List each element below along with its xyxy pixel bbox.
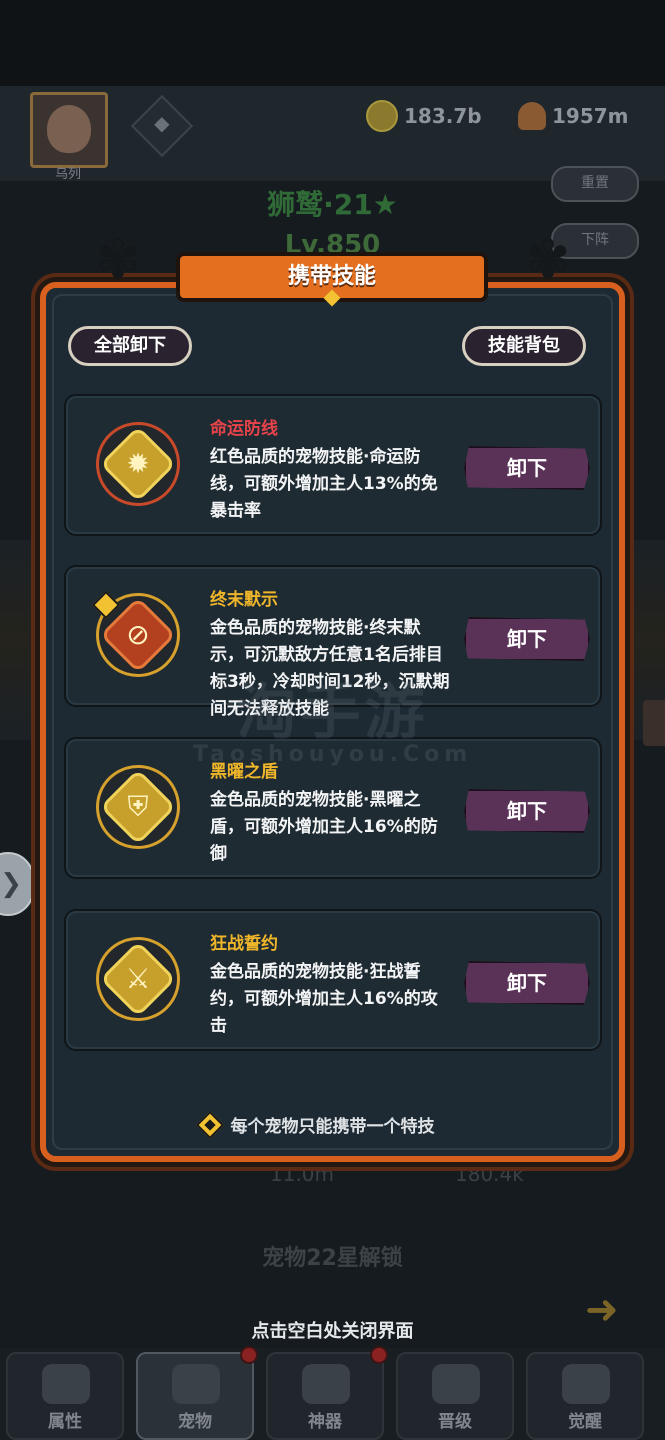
- tab-pets[interactable]: 宠物: [136, 1352, 254, 1440]
- tab-awaken[interactable]: 觉醒: [526, 1352, 644, 1440]
- tab-promote[interactable]: 晋级: [396, 1352, 514, 1440]
- unlock-text: 宠物22星解锁: [262, 1246, 403, 1271]
- watermark-logo: 淘手游: [236, 678, 429, 748]
- tab-label: 属性: [48, 1412, 82, 1432]
- skill-card: ⚔ 狂战誓约 金色品质的宠物技能·狂战誓约，可额外增加主人16%的攻击 卸下: [64, 909, 602, 1051]
- skill-icon-frame: ✹: [96, 422, 180, 506]
- skill-icon-frame: ⚔: [96, 937, 180, 1021]
- avatar-face: [47, 105, 91, 153]
- skill-card: ✹ 命运防线 红色品质的宠物技能·命运防线，可额外增加主人13%的免暴击率 卸下: [64, 394, 602, 536]
- tab-label: 晋级: [438, 1412, 472, 1432]
- faded-stat-1: 11.0m: [270, 1162, 335, 1186]
- paw-icon: [172, 1364, 220, 1404]
- tab-label: 宠物: [178, 1412, 212, 1432]
- mushroom-icon: [518, 102, 546, 130]
- faded-stat-2: 180.4k: [455, 1162, 524, 1186]
- gold-currency: 183.7b: [366, 100, 482, 132]
- close-hint[interactable]: 点击空白处关闭界面: [0, 1317, 665, 1343]
- unload-skill-button[interactable]: 卸下: [464, 446, 590, 490]
- pet-name: 狮鹫·21★: [267, 188, 398, 221]
- unload-skill-button[interactable]: 卸下: [464, 617, 590, 661]
- skill-name: 终末默示: [210, 590, 278, 610]
- hero-avatar[interactable]: [30, 92, 108, 168]
- mushroom-amount: 1957m: [552, 104, 629, 128]
- shield-glyph-icon: ⛨: [127, 790, 149, 823]
- skill-bag-button[interactable]: 技能背包: [462, 326, 586, 366]
- burst-glyph-icon: ✹: [126, 447, 150, 480]
- watermark-url: Taoshouyou.Com: [192, 742, 473, 767]
- thorn-ornament-icon: ✾: [95, 228, 141, 291]
- tab-attributes[interactable]: 属性: [6, 1352, 124, 1440]
- avatar-name: 乌列: [54, 167, 81, 182]
- skill-icon-frame: ⛨: [96, 765, 180, 849]
- skill-description: 金色品质的宠物技能·狂战誓约，可额外增加主人16%的攻击: [210, 962, 438, 1036]
- skill-description: 红色品质的宠物技能·命运防线，可额外增加主人13%的免暴击率: [210, 447, 438, 521]
- unload-skill-button[interactable]: 卸下: [464, 789, 590, 833]
- skill-description: 金色品质的宠物技能·黑曜之盾，可额外增加主人16%的防御: [210, 790, 438, 864]
- thorn-ornament-icon: ✾: [525, 228, 571, 291]
- wings-icon: [432, 1364, 480, 1404]
- fist-icon: [42, 1364, 90, 1404]
- notification-dot: [240, 1346, 258, 1364]
- skill-name: 狂战誓约: [210, 934, 278, 954]
- prev-pet-arrow-icon[interactable]: ❯: [0, 852, 34, 916]
- lotus-icon: [562, 1364, 610, 1404]
- status-bar-area: [0, 0, 665, 86]
- gold-amount: 183.7b: [404, 104, 482, 128]
- footer-note: 每个宠物只能携带一个特技: [230, 1117, 435, 1137]
- trident-icon: [302, 1364, 350, 1404]
- skill-name: 命运防线: [210, 419, 278, 439]
- sword-glyph-icon: ⚔: [125, 962, 151, 995]
- faded-stats: 11.0m 180.4k: [200, 1162, 524, 1202]
- gold-coin-icon: [366, 100, 398, 132]
- mushroom-currency: 1957m: [518, 100, 629, 132]
- tab-label: 神器: [308, 1412, 342, 1432]
- tab-label: 觉醒: [568, 1412, 602, 1432]
- unload-skill-button[interactable]: 卸下: [464, 961, 590, 1005]
- unload-all-button[interactable]: 全部卸下: [68, 326, 192, 366]
- tab-artifact[interactable]: 神器: [266, 1352, 384, 1440]
- notification-dot: [370, 1346, 388, 1364]
